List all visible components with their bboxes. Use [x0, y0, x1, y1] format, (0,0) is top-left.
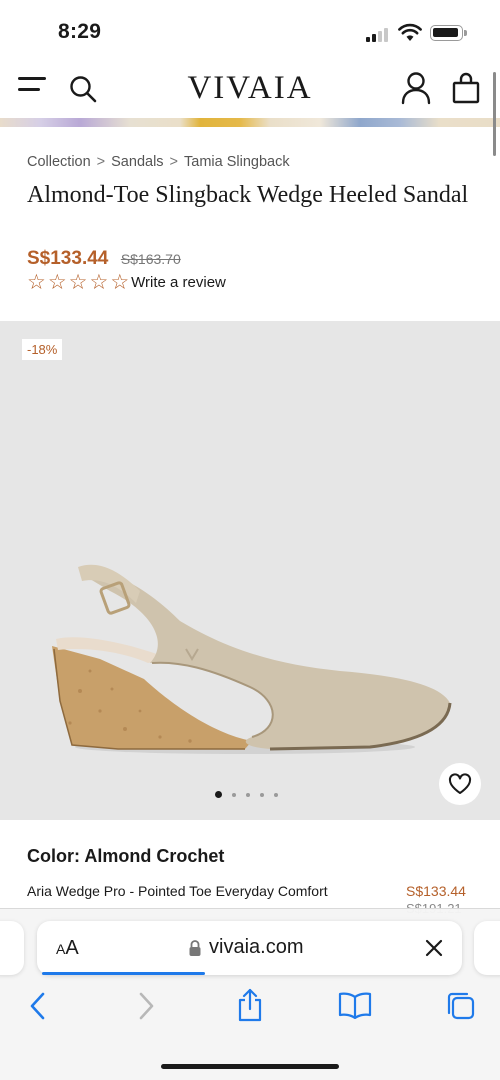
heart-icon	[448, 773, 472, 794]
browser-bottom-bar: AA vivaia.com	[0, 908, 500, 1080]
page-scrollbar[interactable]	[493, 72, 496, 156]
close-icon[interactable]	[425, 939, 443, 957]
pagination-dot[interactable]	[274, 792, 278, 797]
price-row: S$133.44 S$163.70	[27, 248, 181, 270]
product-title: Almond-Toe Slingback Wedge Heeled Sandal	[27, 182, 469, 208]
address-bar[interactable]: AA vivaia.com	[37, 921, 462, 975]
back-icon[interactable]	[28, 991, 48, 1021]
star-empty-icon: ☆	[110, 271, 130, 294]
star-rating[interactable]: ☆ ☆ ☆ ☆ ☆	[27, 272, 129, 293]
status-time: 8:29	[58, 20, 102, 43]
home-indicator[interactable]	[161, 1064, 339, 1069]
star-empty-icon: ☆	[89, 271, 109, 294]
rating-row: ☆ ☆ ☆ ☆ ☆ Write a review	[27, 272, 226, 293]
sale-price: S$133.44	[27, 248, 109, 269]
promo-banner-strip[interactable]	[0, 118, 500, 127]
wifi-icon	[398, 23, 422, 41]
pagination-dot[interactable]	[246, 792, 250, 797]
page-load-progress	[42, 972, 205, 975]
pagination-dot[interactable]	[232, 792, 236, 797]
forward-icon[interactable]	[136, 991, 156, 1021]
share-icon[interactable]	[236, 987, 264, 1023]
url-text[interactable]: vivaia.com	[209, 936, 303, 959]
lock-icon	[189, 940, 201, 956]
bookmarks-icon[interactable]	[338, 991, 372, 1019]
product-image-gallery[interactable]: -18%	[0, 321, 500, 820]
original-price: S$163.70	[120, 251, 181, 267]
breadcrumb-separator: >	[96, 154, 106, 170]
tabs-icon[interactable]	[444, 991, 476, 1021]
pagination-dot[interactable]	[260, 792, 264, 797]
pagination-dot-active[interactable]	[215, 791, 222, 798]
breadcrumb-item-collection[interactable]: Collection	[27, 154, 91, 170]
product-image-shoe[interactable]	[40, 551, 460, 761]
next-tab-preview[interactable]	[474, 921, 500, 975]
star-empty-icon: ☆	[47, 271, 67, 294]
cellular-signal-icon	[366, 26, 390, 42]
color-label: Color: Almond Crochet	[27, 846, 225, 866]
site-header: VIVAIA	[0, 62, 500, 118]
discount-badge: -18%	[22, 339, 63, 360]
breadcrumb-separator: >	[169, 154, 179, 170]
account-icon[interactable]	[400, 71, 432, 105]
wishlist-button[interactable]	[439, 763, 481, 805]
variant-price: S$133.44	[406, 883, 466, 899]
status-bar: 8:29	[0, 0, 500, 62]
breadcrumb: Collection > Sandals > Tamia Slingback	[27, 154, 290, 170]
breadcrumb-item-current: Tamia Slingback	[184, 154, 290, 170]
star-empty-icon: ☆	[27, 271, 46, 294]
gallery-pagination[interactable]	[215, 791, 278, 798]
variant-name[interactable]: Aria Wedge Pro - Pointed Toe Everyday Co…	[27, 883, 328, 899]
page-settings-button[interactable]: AA	[56, 937, 79, 960]
star-empty-icon: ☆	[68, 271, 88, 294]
browser-toolbar	[0, 988, 500, 1031]
previous-tab-preview[interactable]	[0, 921, 24, 975]
battery-icon	[430, 25, 467, 41]
breadcrumb-item-sandals[interactable]: Sandals	[111, 154, 163, 170]
write-review-link[interactable]: Write a review	[131, 274, 226, 291]
bag-icon[interactable]	[451, 71, 481, 105]
